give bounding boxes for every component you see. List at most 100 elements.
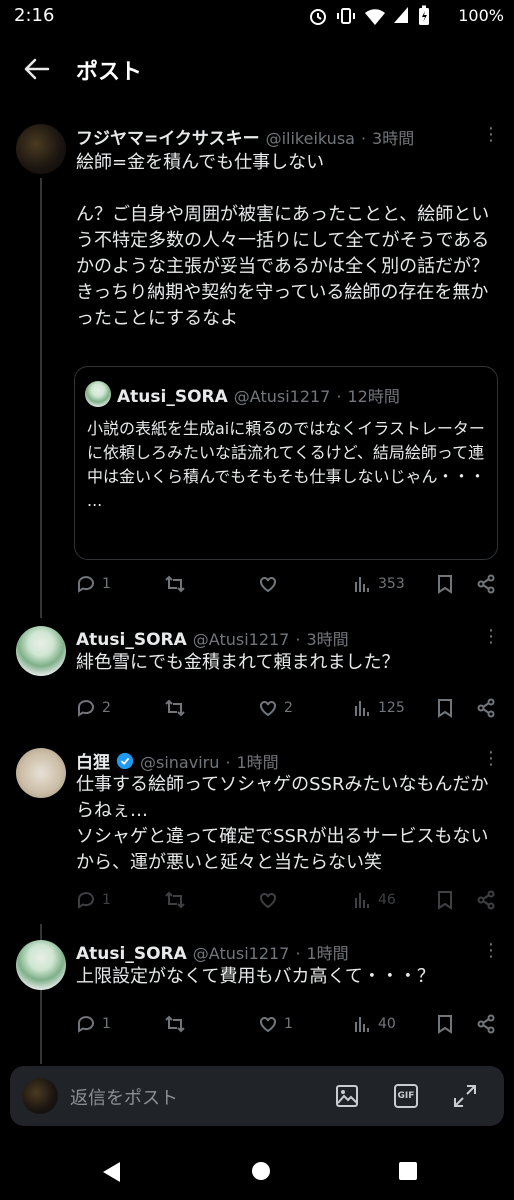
like-button[interactable] — [258, 890, 284, 910]
view-count: 125 — [378, 700, 405, 716]
quote-time: 12時間 — [347, 387, 400, 406]
avatar[interactable] — [16, 124, 66, 174]
back-button[interactable] — [22, 56, 52, 86]
repost-button[interactable] — [164, 698, 192, 718]
repost-icon — [165, 699, 185, 717]
reply-count: 1 — [102, 576, 111, 592]
share-icon — [477, 574, 495, 594]
action-bar: 1 46 — [76, 890, 500, 914]
avatar[interactable] — [16, 626, 66, 676]
author-name[interactable]: Atusi_SORA — [76, 944, 187, 964]
quote-tweet[interactable]: Atusi_SORA @Atusi1217 · 12時間 小説の表紙を生成aiに… — [74, 366, 498, 560]
reply-button[interactable]: 1 — [76, 1014, 111, 1034]
action-bar: 2 2 125 — [76, 698, 500, 722]
post-text: 緋色雪にでも金積まれて頼まれました？ — [76, 652, 400, 673]
like-button[interactable]: 1 — [258, 1014, 293, 1034]
post-time[interactable]: 1時間 — [306, 940, 348, 964]
repost-button[interactable] — [164, 1014, 192, 1034]
dot-separator: · — [295, 944, 301, 963]
share-button[interactable] — [476, 1014, 496, 1034]
expand-button[interactable] — [452, 1083, 478, 1113]
views-button[interactable]: 40 — [352, 1014, 396, 1034]
thread-line — [40, 178, 42, 618]
more-options-button[interactable]: ⋮ — [482, 124, 500, 145]
post-header: 白狸 @sinaviru · 1時間 — [76, 748, 486, 773]
quote-author-name: Atusi_SORA — [117, 387, 228, 407]
author-name[interactable]: 白狸 — [76, 748, 110, 773]
reply-icon — [78, 700, 94, 717]
bookmark-icon — [438, 891, 452, 910]
author-handle[interactable]: @ilikeikusa — [266, 129, 355, 148]
reply-button[interactable]: 2 — [76, 698, 111, 718]
post-text: 絵師=金を積んでも仕事しない ん？ご自身や周囲が被害にあったことと、絵師という不… — [76, 152, 490, 329]
avatar[interactable] — [16, 748, 66, 798]
like-button[interactable]: 2 — [258, 698, 293, 718]
reply-button[interactable]: 1 — [76, 574, 111, 594]
author-name[interactable]: Atusi_SORA — [76, 630, 187, 650]
reply-count: 1 — [102, 1016, 111, 1032]
bookmark-icon — [438, 699, 452, 718]
views-icon — [355, 1017, 369, 1032]
views-button[interactable]: 353 — [352, 574, 405, 594]
signal-icon — [394, 7, 408, 23]
reply-icon — [78, 1016, 94, 1033]
view-count: 40 — [378, 1016, 396, 1032]
system-nav-bar — [0, 1140, 514, 1200]
views-icon — [355, 893, 369, 908]
gif-label: GIF — [397, 1091, 415, 1101]
post-time[interactable]: 1時間 — [236, 749, 278, 773]
verified-badge-icon — [116, 752, 134, 769]
post-time[interactable]: 3時間 — [306, 626, 348, 650]
repost-button[interactable] — [164, 574, 192, 594]
repost-icon — [165, 575, 185, 593]
views-button[interactable]: 46 — [352, 890, 396, 910]
repost-button[interactable] — [164, 890, 192, 910]
recents-nav-icon[interactable] — [398, 1161, 418, 1181]
more-options-button[interactable]: ⋮ — [482, 940, 500, 961]
gif-button[interactable]: GIF — [394, 1084, 418, 1108]
bookmark-button[interactable] — [436, 698, 454, 718]
heart-icon — [260, 577, 276, 593]
reply-composer[interactable]: 返信をポスト GIF — [10, 1066, 504, 1126]
back-nav-icon[interactable] — [100, 1160, 122, 1184]
more-options-button[interactable]: ⋮ — [482, 626, 500, 647]
share-button[interactable] — [476, 574, 496, 594]
quote-text: 小説の表紙を生成aiに頼るのではなくイラストレーターに依頼しろみたいな話流れてく… — [87, 419, 486, 510]
more-options-button[interactable]: ⋮ — [482, 748, 500, 769]
bookmark-button[interactable] — [436, 1014, 454, 1034]
view-count: 353 — [378, 576, 405, 592]
share-button[interactable] — [476, 698, 496, 718]
reply-input[interactable]: 返信をポスト — [70, 1084, 178, 1110]
post-header: フジヤマ=イクサスキー @ilikeikusa · 3時間 — [76, 124, 486, 149]
views-icon — [355, 701, 369, 716]
reply-count: 1 — [102, 892, 111, 908]
bookmark-button[interactable] — [436, 574, 454, 594]
avatar — [85, 381, 111, 407]
reply-button[interactable]: 1 — [76, 890, 111, 910]
bookmark-button[interactable] — [436, 890, 454, 910]
share-button[interactable] — [476, 890, 496, 910]
like-count: 2 — [284, 700, 293, 716]
author-name[interactable]: フジヤマ=イクサスキー — [76, 124, 260, 149]
status-time: 2:16 — [14, 5, 55, 26]
author-handle[interactable]: @sinaviru — [140, 753, 219, 772]
post-time[interactable]: 3時間 — [372, 125, 414, 149]
quote-header: Atusi_SORA @Atusi1217 · 12時間 — [117, 383, 487, 407]
image-button[interactable] — [334, 1083, 360, 1113]
views-button[interactable]: 125 — [352, 698, 405, 718]
dot-separator: · — [360, 129, 367, 148]
heart-icon — [260, 1017, 276, 1033]
dot-separator: · — [295, 630, 301, 649]
view-count: 46 — [378, 892, 396, 908]
author-handle[interactable]: @Atusi1217 — [193, 630, 290, 649]
avatar[interactable] — [16, 940, 66, 990]
home-nav-icon[interactable] — [250, 1160, 272, 1182]
share-icon — [477, 1014, 495, 1034]
reply-icon — [78, 576, 94, 593]
expand-icon — [454, 1085, 476, 1107]
views-icon — [355, 577, 369, 592]
like-button[interactable] — [258, 574, 284, 594]
author-handle[interactable]: @Atusi1217 — [193, 944, 290, 963]
quote-author-handle: @Atusi1217 — [233, 387, 331, 406]
post-header: Atusi_SORA @Atusi1217 · 3時間 — [76, 626, 486, 650]
